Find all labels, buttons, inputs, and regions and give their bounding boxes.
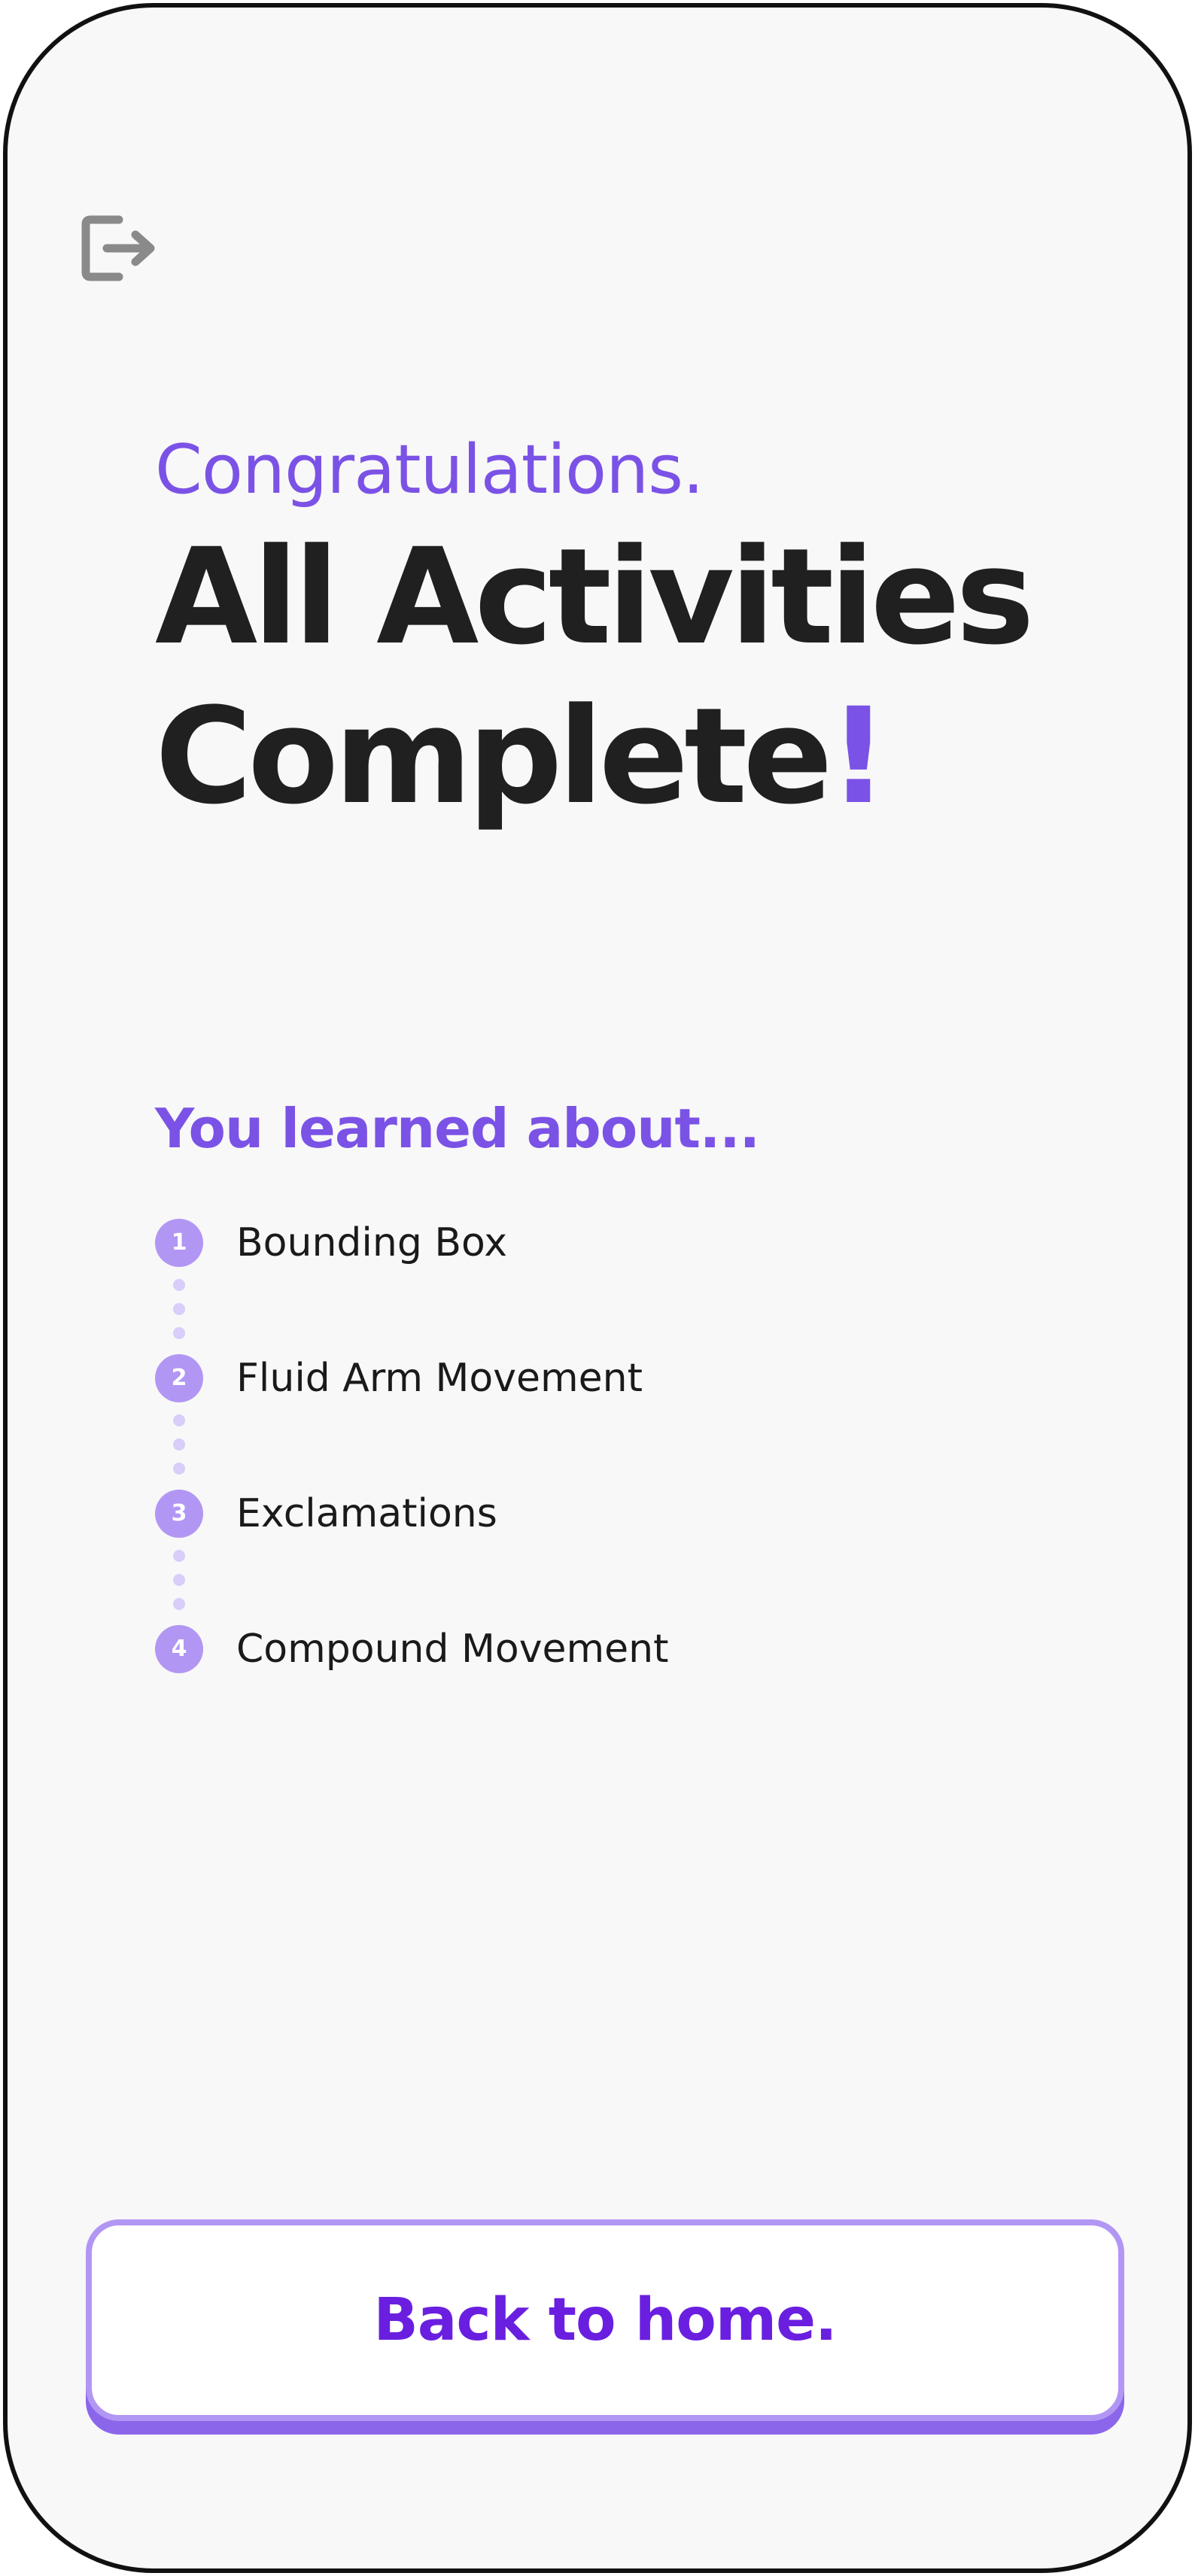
title-line-1: All Activities [155, 520, 1035, 674]
learned-heading: You learned about... [155, 1097, 760, 1160]
back-to-home-button[interactable]: Back to home. [86, 2219, 1124, 2421]
exclamation-mark: ! [828, 679, 889, 834]
title-word-complete: Complete [155, 679, 833, 834]
step-number-badge: 1 [155, 1219, 203, 1267]
step-number-badge: 3 [155, 1490, 203, 1538]
title-line-2: Complete! [155, 677, 1058, 837]
list-item: 2 Fluid Arm Movement [155, 1354, 1058, 1490]
step-label: Compound Movement [236, 1627, 669, 1672]
step-label: Exclamations [236, 1491, 497, 1536]
list-item: 4 Compound Movement [155, 1625, 1058, 1760]
step-connector [173, 1550, 185, 1618]
step-label: Bounding Box [236, 1220, 508, 1265]
exit-button[interactable] [80, 211, 163, 286]
list-item: 1 Bounding Box [155, 1219, 1058, 1354]
phone-frame: Congratulations. All Activities Complete… [3, 3, 1192, 2573]
congratulations-subtitle: Congratulations. [155, 430, 704, 509]
completion-hero: Congratulations. All Activities Complete… [155, 429, 1058, 837]
page-title: All Activities Complete! [155, 518, 1058, 837]
list-item: 3 Exclamations [155, 1490, 1058, 1625]
step-number-badge: 4 [155, 1625, 203, 1673]
step-number-badge: 2 [155, 1354, 203, 1402]
step-label: Fluid Arm Movement [236, 1356, 643, 1401]
step-connector [173, 1414, 185, 1482]
back-to-home-label: Back to home. [373, 2286, 837, 2354]
logout-icon [81, 215, 155, 281]
learned-topics-list: 1 Bounding Box 2 Fluid Arm Movement 3 Ex… [155, 1219, 1058, 1760]
step-connector [173, 1279, 185, 1347]
